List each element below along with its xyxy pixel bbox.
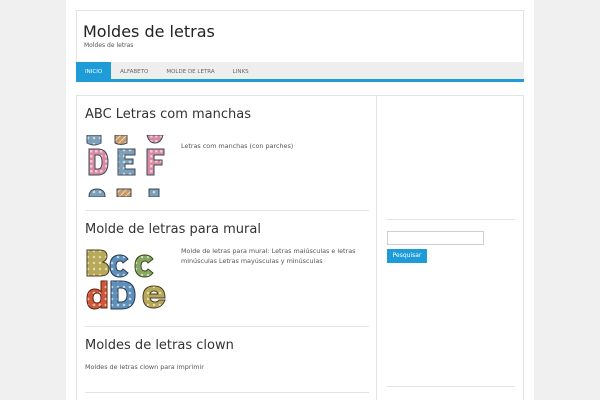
patched-letters-image[interactable] [85, 135, 167, 197]
post-divider [85, 392, 369, 393]
main-content: ABC Letras com manchas Letras com mancha… [76, 95, 377, 400]
post-divider [85, 210, 369, 211]
search-input[interactable] [387, 231, 484, 245]
post-excerpt: Letras com manchas (con parches) [181, 142, 294, 150]
post-moldes-clown: Moldes de letras clown Moldes de letras … [85, 338, 369, 398]
nav-item-inicio[interactable]: INICIO [76, 62, 112, 82]
nav-item-molde-de-letra[interactable]: MOLDE DE LETRA [157, 62, 223, 82]
main-nav: INICIO ALFABETO MOLDE DE LETRA LINKS [76, 62, 524, 82]
post-abc-letras: ABC Letras com manchas Letras com mancha… [85, 107, 369, 207]
nav-item-links[interactable]: LINKS [224, 62, 258, 82]
sidebar-divider [387, 386, 515, 387]
site-header: Moldes de letras Moldes de letras [76, 10, 524, 63]
sidebar: Pesquisar [377, 95, 524, 400]
post-title[interactable]: Molde de letras para mural [85, 222, 261, 237]
page-wrapper: Moldes de letras Moldes de letras INICIO… [66, 0, 534, 400]
post-divider [85, 326, 369, 327]
search-button[interactable]: Pesquisar [387, 249, 427, 263]
post-title[interactable]: ABC Letras com manchas [85, 107, 251, 122]
post-excerpt: Molde de letras para mural: Letras maiús… [181, 247, 356, 265]
mural-letters-image[interactable] [85, 248, 167, 310]
site-description: Moldes de letras [84, 42, 134, 49]
site-title[interactable]: Moldes de letras [83, 22, 215, 41]
nav-item-alfabeto[interactable]: ALFABETO [111, 62, 157, 82]
post-molde-mural: Molde de letras para mural Molde de letr… [85, 222, 369, 322]
mural-letters-svg [86, 249, 166, 310]
patched-letters-svg [86, 135, 165, 197]
post-title[interactable]: Moldes de letras clown [85, 338, 234, 353]
post-excerpt: Moldes de letras clown para imprimir [85, 363, 204, 371]
sidebar-divider [387, 219, 515, 220]
